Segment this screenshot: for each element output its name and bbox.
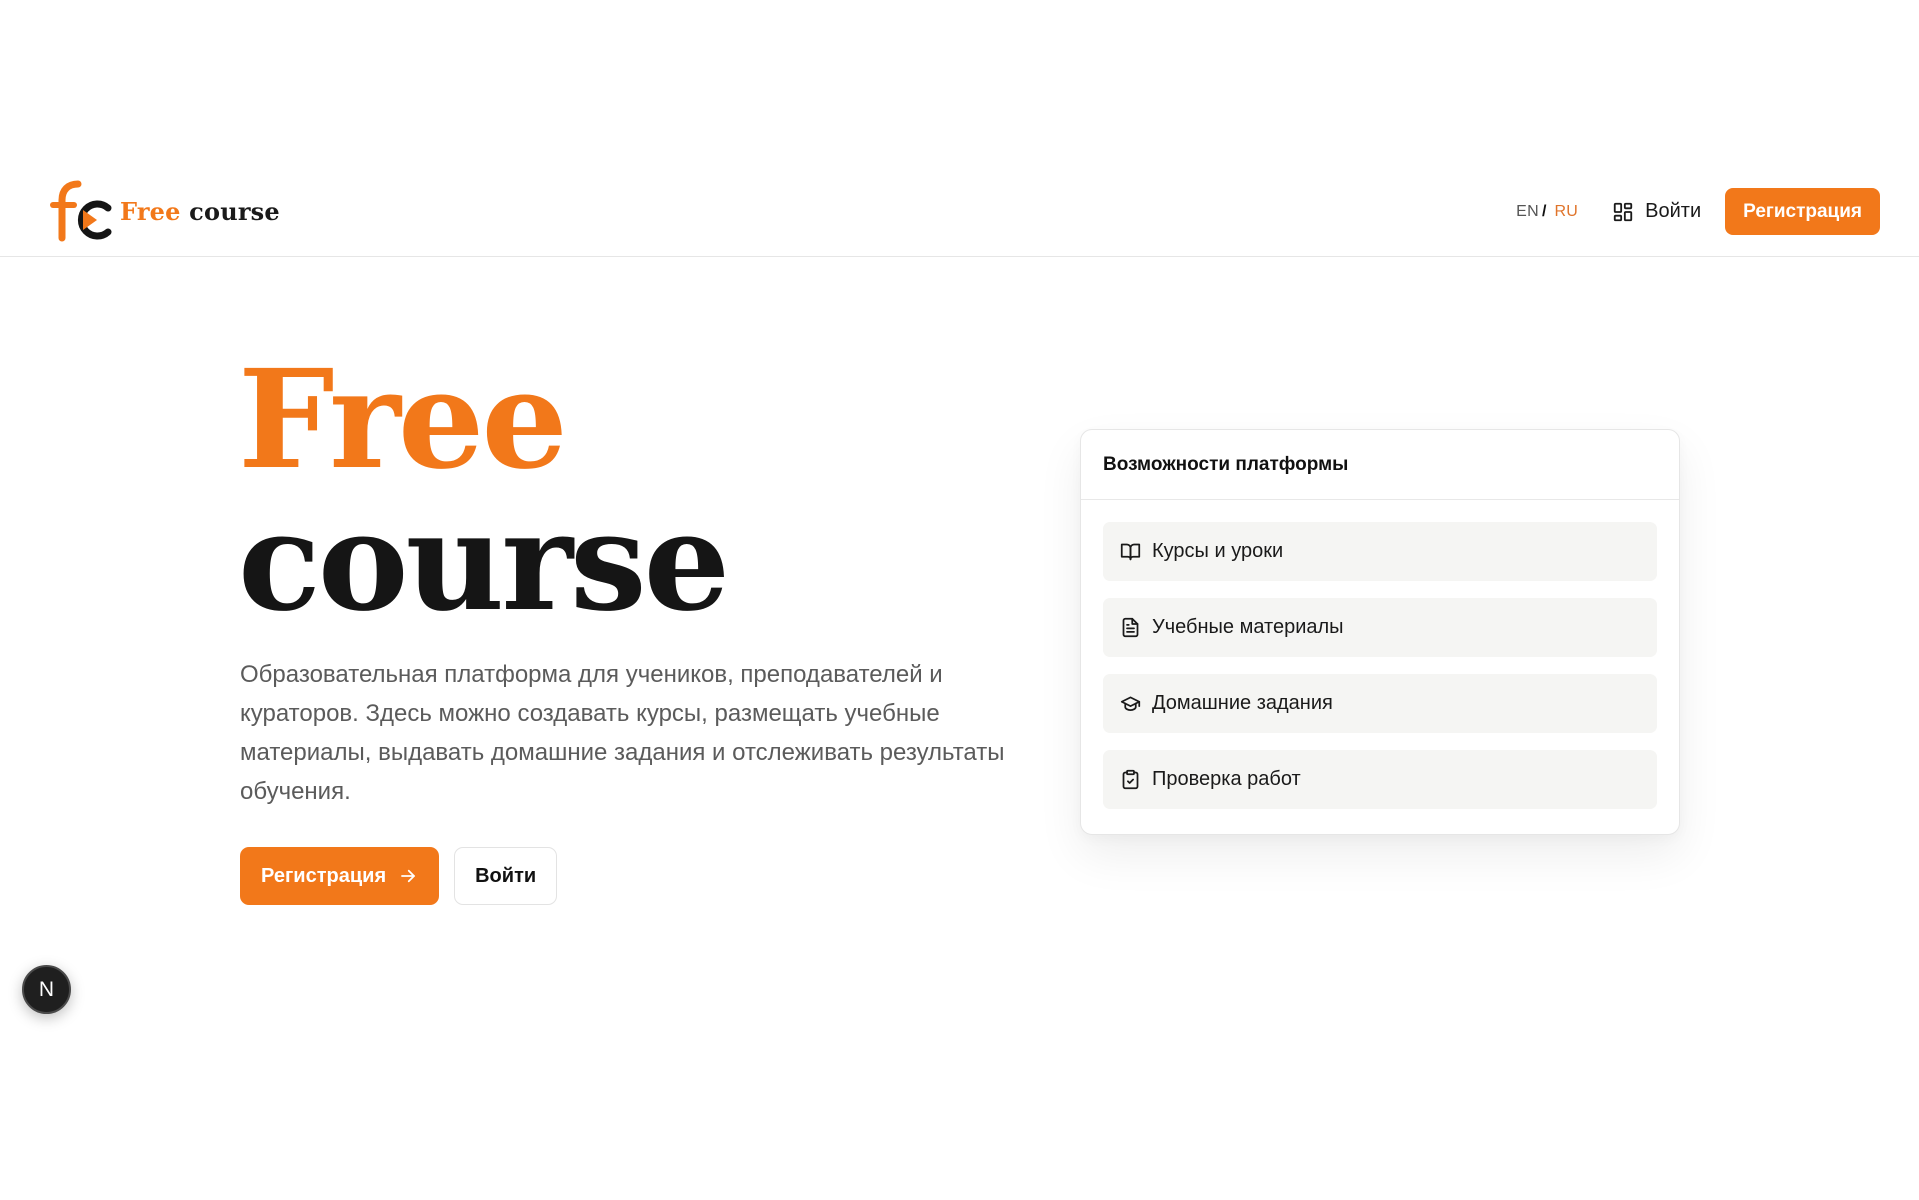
hero-register-button[interactable]: Регистрация [240,847,440,905]
hero-actions: Регистрация Войти [240,847,558,905]
logo-word-course: course [189,196,280,226]
header-login-label: Войти [1645,200,1702,222]
logo-word-free: Free [120,196,181,226]
arrow-right-icon [401,869,416,883]
clipboard-check-icon [1122,769,1139,790]
lang-separator: / [1542,202,1547,220]
hero-register-label: Регистрация [261,864,387,887]
dashboard-grid-icon [1614,202,1633,221]
feature-item-homework: Домашние задания [1103,674,1657,733]
feature-item-materials: Учебные материалы [1103,598,1657,657]
feature-item-courses: Курсы и уроки [1103,522,1657,581]
feature-item-review: Проверка работ [1103,750,1657,809]
feature-label: Курсы и уроки [1152,540,1284,562]
features-list: Курсы и уроки Учебные материалы Домашние… [1081,500,1679,809]
page: Free course EN / RU Войти Регистрация Fr… [0,0,1919,1200]
graduation-cap-icon [1120,696,1141,711]
fc-logo-icon [50,180,112,242]
feature-label: Учебные материалы [1152,616,1344,638]
hero-login-button[interactable]: Войти [454,847,558,905]
site-header: Free course EN / RU Войти Регистрация [0,165,1919,257]
header-actions: EN / RU Войти Регистрация [1516,188,1880,235]
lang-en[interactable]: EN [1516,203,1539,221]
header-register-button[interactable]: Регистрация [1725,188,1880,235]
header-login-link[interactable]: Войти [1612,200,1701,223]
hero-description: Образовательная платформа для учеников, … [240,661,1005,805]
document-icon [1122,617,1139,638]
features-card: Возможности платформы Курсы и уроки Учеб… [1080,429,1680,835]
hero-title-line2: course [238,482,730,642]
lang-ru[interactable]: RU [1554,203,1578,221]
hero-title: Free course [238,340,730,642]
features-title: Возможности платформы [1081,430,1679,500]
book-open-icon [1120,543,1141,561]
language-switcher: EN / RU [1516,203,1578,221]
next-dev-badge[interactable]: N [22,965,71,1014]
logo-text: Free course [120,197,280,226]
hero-title-line1: Free [238,340,568,500]
feature-label: Проверка работ [1152,768,1301,790]
logo-link[interactable]: Free course [50,180,280,242]
feature-label: Домашние задания [1152,692,1333,714]
